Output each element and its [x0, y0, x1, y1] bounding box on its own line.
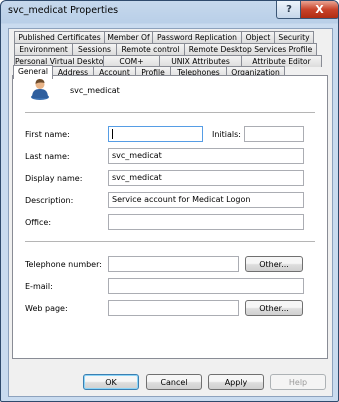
tab-sessions[interactable]: Sessions — [72, 43, 117, 55]
tab-environment[interactable]: Environment — [14, 43, 73, 55]
tab-security[interactable]: Security — [274, 31, 314, 43]
general-panel: svc_medicat First name: Initials: Last n… — [12, 75, 328, 359]
separator — [25, 112, 315, 114]
ok-button[interactable]: OK — [83, 374, 139, 390]
dialog-footer: OK Cancel Apply Help — [9, 365, 332, 396]
window-title: svc_medicat Properties — [8, 5, 119, 16]
apply-button[interactable]: Apply — [208, 374, 264, 390]
user-icon — [31, 79, 49, 100]
user-display-heading: svc_medicat — [70, 86, 120, 95]
initials-label: Initials: — [212, 130, 241, 139]
office-input[interactable] — [108, 214, 304, 230]
office-label: Office: — [25, 218, 52, 227]
telephone-other-button[interactable]: Other... — [245, 256, 303, 272]
web-page-other-button[interactable]: Other... — [245, 300, 303, 316]
web-page-label: Web page: — [25, 304, 68, 313]
help-title-button[interactable]: ? — [276, 1, 302, 19]
web-page-input[interactable] — [108, 300, 239, 316]
tab-password-replication[interactable]: Password Replication — [152, 31, 242, 43]
display-name-input[interactable]: svc_medicat — [108, 170, 304, 186]
help-button[interactable]: Help — [270, 374, 326, 390]
tab-rds-profile[interactable]: Remote Desktop Services Profile — [184, 43, 317, 55]
last-name-input[interactable]: svc_medicat — [108, 148, 304, 164]
telephone-input[interactable] — [108, 256, 239, 272]
tab-general[interactable]: General — [13, 65, 53, 79]
description-input[interactable]: Service account for Medicat Logon — [108, 192, 304, 208]
properties-window: svc_medicat Properties ? X Published Cer… — [0, 0, 339, 402]
initials-input[interactable] — [244, 126, 304, 142]
email-input[interactable] — [108, 278, 304, 294]
last-name-label: Last name: — [25, 152, 70, 161]
title-bar[interactable]: svc_medicat Properties ? X — [1, 1, 338, 23]
tab-object[interactable]: Object — [241, 31, 275, 43]
dialog-content: Published Certificates Member Of Passwor… — [8, 28, 333, 397]
telephone-label: Telephone number: — [25, 260, 102, 269]
display-name-label: Display name: — [25, 174, 83, 183]
tab-remote-control[interactable]: Remote control — [116, 43, 185, 55]
tab-member-of[interactable]: Member Of — [104, 31, 153, 43]
description-label: Description: — [25, 196, 74, 205]
help-icon: ? — [286, 4, 292, 15]
first-name-label: First name: — [25, 130, 70, 139]
cancel-button[interactable]: Cancel — [146, 374, 202, 390]
text-caret — [112, 129, 113, 139]
separator — [25, 241, 315, 243]
first-name-input[interactable] — [108, 126, 203, 142]
tab-published-certificates[interactable]: Published Certificates — [14, 31, 105, 43]
email-label: E-mail: — [25, 282, 53, 291]
close-icon: X — [315, 3, 324, 16]
close-button[interactable]: X — [300, 1, 338, 19]
